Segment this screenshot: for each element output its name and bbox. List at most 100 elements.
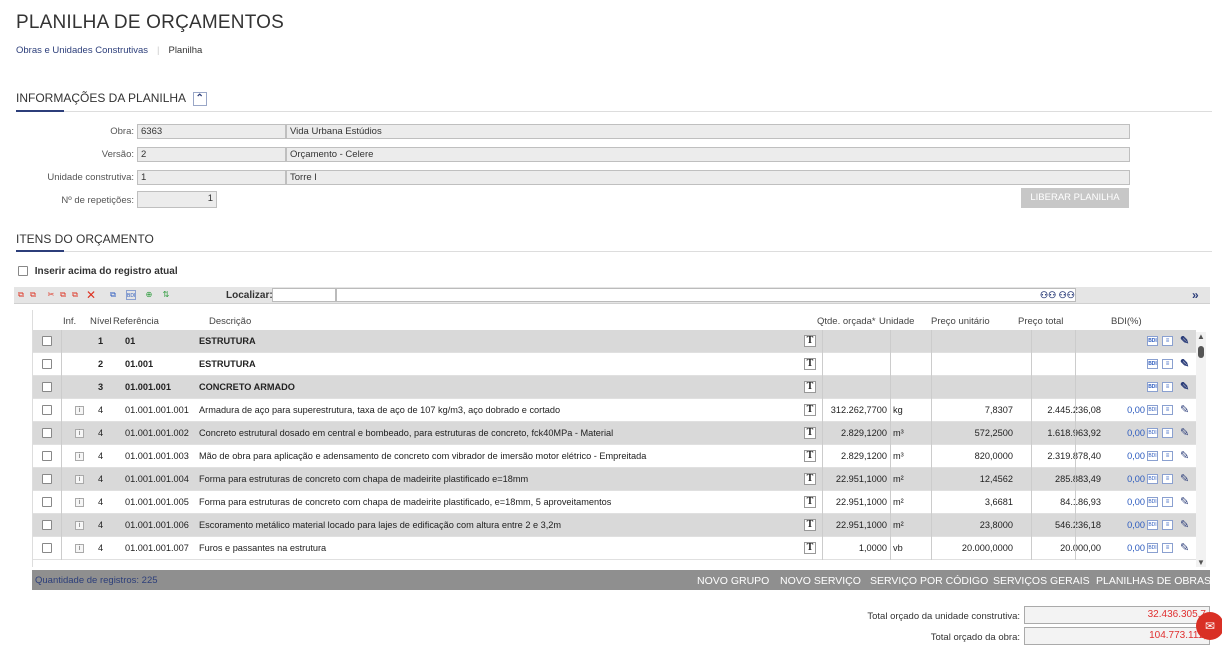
unidade-name-field[interactable]: Torre I [286,170,1130,185]
text-icon[interactable]: T [804,473,816,485]
breadcrumb-obras-link[interactable]: Obras e Unidades Construtivas [16,45,148,56]
row-bdi[interactable] [1103,330,1145,353]
planilhas-de-obras-button[interactable]: PLANILHAS DE OBRAS [1096,575,1211,587]
row-checkbox[interactable] [42,497,52,507]
list-icon[interactable]: ≡ [1162,497,1173,507]
table-row[interactable]: i 4 01.001.001.004 Forma para estruturas de… [33,468,1196,491]
edit-pencil-icon[interactable]: ✎ [1180,495,1189,508]
text-icon[interactable]: T [804,542,816,554]
table-row[interactable]: i 4 01.001.001.005 Forma para estruturas de… [33,491,1196,514]
info-icon[interactable]: i [75,429,84,438]
list-icon[interactable]: ≡ [1162,543,1173,553]
bdi-icon[interactable]: BDI [126,290,136,300]
versao-code-field[interactable]: 2 [137,147,286,162]
bdi-button-icon[interactable]: BDI [1147,336,1158,346]
list-icon[interactable]: ≡ [1162,428,1173,438]
list-icon[interactable]: ≡ [1162,405,1173,415]
bdi-button-icon[interactable]: BDI [1147,359,1158,369]
edit-pencil-icon[interactable]: ✎ [1180,426,1189,439]
obra-code-field[interactable]: 6363 [137,124,286,139]
row-bdi[interactable]: 0,00 [1103,422,1145,445]
row-bdi[interactable] [1103,353,1145,376]
info-icon[interactable]: i [75,475,84,484]
row-bdi[interactable]: 0,00 [1103,514,1145,537]
delete-selection-icon[interactable]: ⧉ [28,290,38,300]
table-row[interactable]: 1 01 ESTRUTURA T BDI ≡ ✎ [33,330,1196,353]
bdi-button-icon[interactable]: BDI [1147,428,1158,438]
table-row[interactable]: i 4 01.001.001.007 Furos e passantes na est… [33,537,1196,560]
paste-icon[interactable]: ⧉ [70,290,80,300]
table-row[interactable]: i 4 01.001.001.001 Armadura de aço para sup… [33,399,1196,422]
table-row[interactable]: 2 01.001 ESTRUTURA T BDI ≡ ✎ [33,353,1196,376]
text-icon[interactable]: T [804,335,816,347]
edit-pencil-icon[interactable]: ✎ [1180,449,1189,462]
collapse-info-button[interactable]: ⌃ [192,91,207,106]
text-icon[interactable]: T [804,381,816,393]
list-icon[interactable]: ≡ [1162,520,1173,530]
bdi-button-icon[interactable]: BDI [1147,405,1158,415]
row-bdi[interactable] [1103,376,1145,399]
row-checkbox[interactable] [42,359,52,369]
info-icon[interactable]: i [75,406,84,415]
refresh-icon[interactable]: ⇅ [161,290,171,300]
servico-por-codigo-button[interactable]: SERVIÇO POR CÓDIGO [870,575,988,587]
list-icon[interactable]: ≡ [1162,451,1173,461]
text-icon[interactable]: T [804,358,816,370]
bdi-button-icon[interactable]: BDI [1147,451,1158,461]
table-row[interactable]: i 4 01.001.001.003 Mão de obra para aplicaç… [33,445,1196,468]
novo-servico-button[interactable]: NOVO SERVIÇO [780,575,861,587]
delete-group-icon[interactable]: ⧉ [16,290,26,300]
info-icon[interactable]: i [75,498,84,507]
localizar-field-input[interactable] [272,288,336,302]
table-row[interactable]: i 4 01.001.001.002 Concreto estrutural dosa… [33,422,1196,445]
row-bdi[interactable]: 0,00 [1103,468,1145,491]
bdi-button-icon[interactable]: BDI [1147,474,1158,484]
add-circle-icon[interactable]: ⊕ [144,290,154,300]
edit-pencil-icon[interactable]: ✎ [1180,380,1189,393]
table-row[interactable]: i 4 01.001.001.006 Escoramento metálico mat… [33,514,1196,537]
versao-name-field[interactable]: Orçamento - Celere [286,147,1130,162]
list-icon[interactable]: ≡ [1162,382,1173,392]
row-bdi[interactable]: 0,00 [1103,537,1145,560]
inserir-acima-option[interactable]: Inserir acima do registro atual [18,266,178,277]
duplicate-icon[interactable]: ⧉ [108,290,118,300]
scroll-down-icon[interactable]: ▼ [1197,558,1205,567]
obra-name-field[interactable]: Vida Urbana Estúdios [286,124,1130,139]
row-checkbox[interactable] [42,382,52,392]
inserir-acima-checkbox[interactable] [18,266,28,277]
edit-pencil-icon[interactable]: ✎ [1180,357,1189,370]
edit-pencil-icon[interactable]: ✎ [1180,403,1189,416]
localizar-input[interactable] [336,288,1076,302]
row-bdi[interactable]: 0,00 [1103,491,1145,514]
scroll-up-icon[interactable]: ▲ [1197,332,1205,341]
text-icon[interactable]: T [804,496,816,508]
bdi-button-icon[interactable]: BDI [1147,543,1158,553]
expand-all-icon[interactable]: » [1192,288,1199,302]
edit-pencil-icon[interactable]: ✎ [1180,334,1189,347]
table-row[interactable]: 3 01.001.001 CONCRETO ARMADO T BDI ≡ ✎ [33,376,1196,399]
row-checkbox[interactable] [42,520,52,530]
text-icon[interactable]: T [804,450,816,462]
text-icon[interactable]: T [804,404,816,416]
row-bdi[interactable]: 0,00 [1103,399,1145,422]
info-icon[interactable]: i [75,521,84,530]
row-checkbox[interactable] [42,405,52,415]
scroll-thumb[interactable] [1198,346,1204,358]
copy-icon[interactable]: ⧉ [58,290,68,300]
cut-icon[interactable]: ✂ [46,290,56,300]
list-icon[interactable]: ≡ [1162,359,1173,369]
row-checkbox[interactable] [42,336,52,346]
bdi-button-icon[interactable]: BDI [1147,520,1158,530]
row-bdi[interactable]: 0,00 [1103,445,1145,468]
servicos-gerais-button[interactable]: SERVIÇOS GERAIS [993,575,1090,587]
binoculars-icon[interactable]: ⚇⚇ ⚇⚇ [1040,290,1075,301]
delete-icon[interactable]: ✕ [86,289,96,301]
grid-scrollbar[interactable]: ▲ ▼ [1196,332,1206,567]
row-checkbox[interactable] [42,451,52,461]
bdi-button-icon[interactable]: BDI [1147,497,1158,507]
edit-pencil-icon[interactable]: ✎ [1180,518,1189,531]
repeticoes-field[interactable]: 1 [137,191,217,208]
info-icon[interactable]: i [75,452,84,461]
bdi-button-icon[interactable]: BDI [1147,382,1158,392]
list-icon[interactable]: ≡ [1162,474,1173,484]
